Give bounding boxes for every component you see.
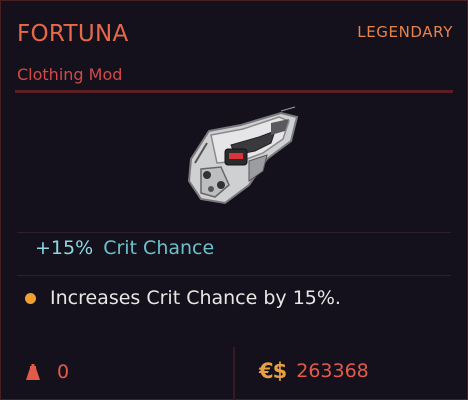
weight-icon [26,364,40,380]
header-divider [15,90,453,93]
weight-value: 0 [57,361,70,383]
stat-value: +15% [35,237,94,259]
item-category: Clothing Mod [17,65,123,84]
price-value: 263368 [296,360,369,382]
stat-row: +15% Crit Chance [35,237,214,259]
stat-divider-bottom [17,275,451,276]
footer-divider [233,347,235,400]
gauntlet-mod-icon [187,106,299,205]
stat-divider-top [17,232,451,233]
bullet-dot-icon [25,292,36,304]
price-group: €$ 263368 [259,359,369,383]
stat-label: Crit Chance [103,237,215,259]
effect-text: Increases Crit Chance by 15%. [50,287,341,309]
item-tooltip: FORTUNA LEGENDARY Clothing Mod +15% Crit… [0,0,468,400]
weight-group: 0 [23,361,69,383]
rarity-label: LEGENDARY [357,23,453,41]
eurodollar-icon: €$ [259,359,287,383]
item-name: FORTUNA [17,21,129,47]
effect-row: Increases Crit Chance by 15%. [25,287,341,309]
